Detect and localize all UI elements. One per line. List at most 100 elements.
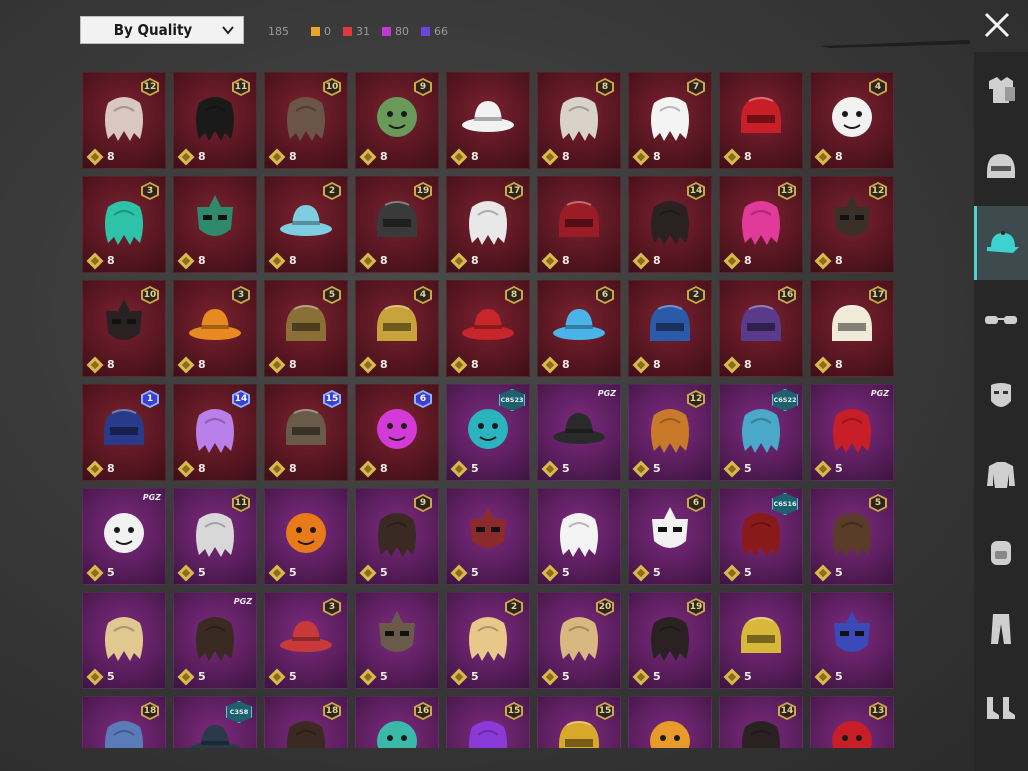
item-card[interactable]: 12 5 — [628, 384, 712, 481]
item-card[interactable]: 68 — [355, 384, 439, 481]
level-badge-text: 17 — [507, 184, 521, 198]
item-card[interactable]: 55 — [810, 488, 894, 585]
item-card[interactable]: 65 — [628, 488, 712, 585]
item-card[interactable]: 88 — [537, 72, 621, 169]
coin-icon — [814, 564, 832, 581]
category-mask[interactable] — [974, 360, 1028, 434]
jacket-icon — [987, 462, 1015, 488]
item-card[interactable]: 78 — [628, 72, 712, 169]
cost-value: 8 — [471, 150, 479, 163]
item-card[interactable]: 185 — [82, 696, 166, 748]
item-card[interactable]: 5 — [537, 488, 621, 585]
helmet-icon — [104, 408, 144, 445]
cost: 8 — [86, 460, 115, 477]
item-card[interactable]: 10 8 — [264, 72, 348, 169]
item-card[interactable]: 12 8 — [82, 72, 166, 169]
category-hat[interactable] — [974, 206, 1028, 280]
chevron-down-icon — [222, 26, 234, 35]
cost: 8 — [177, 148, 206, 165]
item-card[interactable]: 8 — [537, 176, 621, 273]
item-card[interactable]: 11 5 — [173, 488, 257, 585]
item-card[interactable]: 8 — [719, 72, 803, 169]
mask-icon — [106, 298, 142, 340]
item-card[interactable]: 18 — [82, 384, 166, 481]
level-badge-text: 15 — [507, 704, 521, 718]
cost: 5 — [814, 460, 843, 477]
cost-value: 5 — [562, 462, 570, 475]
item-card[interactable]: PGZ 5 — [173, 592, 257, 689]
item-card[interactable]: 145 — [719, 696, 803, 748]
item-card[interactable]: 185 — [264, 696, 348, 748]
coin-icon — [177, 460, 195, 477]
item-card[interactable]: 5 — [264, 488, 348, 585]
item-card[interactable]: 5 — [355, 592, 439, 689]
item-card[interactable]: 11 8 — [173, 72, 257, 169]
item-card[interactable]: PGZ 5 — [810, 384, 894, 481]
item-card[interactable]: 5 — [719, 592, 803, 689]
item-card[interactable]: 48 — [355, 280, 439, 377]
level-badge-text: 9 — [416, 80, 430, 94]
item-card[interactable]: 5 — [82, 592, 166, 689]
item-card[interactable]: 38 — [82, 176, 166, 273]
category-outfit[interactable] — [974, 52, 1028, 126]
item-card[interactable]: 165 — [355, 696, 439, 748]
item-card[interactable]: 35 — [264, 592, 348, 689]
category-pants[interactable] — [974, 591, 1028, 665]
item-card[interactable]: 8 — [446, 72, 530, 169]
item-card[interactable]: 5 — [810, 592, 894, 689]
item-card[interactable]: 68 — [537, 280, 621, 377]
item-card[interactable]: 15 8 — [264, 384, 348, 481]
hair-icon — [560, 616, 598, 661]
item-grid-viewport[interactable]: 12 8 11 8 10 8 9 8 8 8 8 7 8 8 4 8 3 8 8 2 8 19 8 17 8 8 14 8 13 8 12 8… — [82, 72, 894, 748]
item-card[interactable]: 135 — [810, 696, 894, 748]
cost-value: 5 — [471, 670, 479, 683]
coin-icon — [541, 668, 559, 685]
item-card[interactable]: 28 — [628, 280, 712, 377]
item-card[interactable]: 8 — [173, 176, 257, 273]
item-card[interactable]: 155 — [446, 696, 530, 748]
item-card[interactable]: C6S16 5 — [719, 488, 803, 585]
item-card[interactable]: C3S85 — [173, 696, 257, 748]
item-card[interactable]: 17 8 — [446, 176, 530, 273]
close-icon[interactable] — [980, 8, 1014, 42]
item-card[interactable]: 14 8 — [173, 384, 257, 481]
item-card[interactable]: C6S22 5 — [719, 384, 803, 481]
item-card[interactable]: 19 8 — [355, 176, 439, 273]
category-shoes[interactable] — [974, 668, 1028, 742]
item-card[interactable]: 88 — [446, 280, 530, 377]
item-card[interactable]: 48 — [810, 72, 894, 169]
item-card[interactable]: PGZ 5 — [82, 488, 166, 585]
pgz-badge: PGZ — [142, 493, 161, 502]
item-card[interactable]: 16 8 — [719, 280, 803, 377]
item-card[interactable]: 95 — [355, 488, 439, 585]
cost-value: 8 — [835, 358, 843, 371]
item-card[interactable]: 10 8 — [82, 280, 166, 377]
mask-icon — [834, 610, 870, 652]
item-card[interactable]: 5 — [446, 488, 530, 585]
category-glasses[interactable] — [974, 283, 1028, 357]
category-jacket[interactable] — [974, 437, 1028, 511]
item-card[interactable]: C8S23 5 — [446, 384, 530, 481]
cost: 8 — [86, 356, 115, 373]
item-card[interactable]: 13 8 — [719, 176, 803, 273]
item-card[interactable]: 155 — [537, 696, 621, 748]
cost-value: 8 — [380, 462, 388, 475]
cost-value: 8 — [471, 358, 479, 371]
item-card[interactable]: 19 5 — [628, 592, 712, 689]
cost: 5 — [450, 668, 479, 685]
category-helmet[interactable] — [974, 129, 1028, 203]
item-card[interactable]: 14 8 — [628, 176, 712, 273]
item-card[interactable]: PGZ 5 — [537, 384, 621, 481]
item-card[interactable]: 25 — [446, 592, 530, 689]
item-card[interactable]: 98 — [355, 72, 439, 169]
cost: 8 — [86, 148, 115, 165]
item-card[interactable]: 28 — [264, 176, 348, 273]
category-backpack[interactable] — [974, 514, 1028, 588]
item-card[interactable]: 5 — [628, 696, 712, 748]
item-card[interactable]: 12 8 — [810, 176, 894, 273]
item-card[interactable]: 17 8 — [810, 280, 894, 377]
sort-dropdown[interactable]: By Quality — [80, 16, 244, 44]
item-card[interactable]: 58 — [264, 280, 348, 377]
item-card[interactable]: 20 5 — [537, 592, 621, 689]
item-card[interactable]: 38 — [173, 280, 257, 377]
